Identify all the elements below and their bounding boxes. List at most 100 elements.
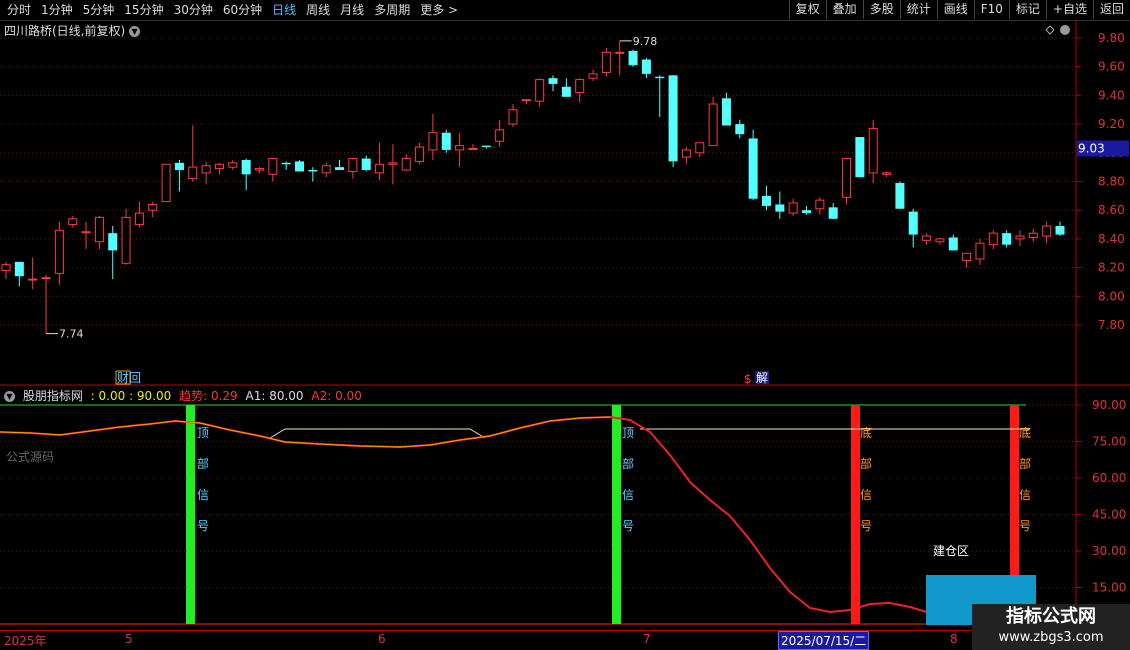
diamond-icon xyxy=(1045,25,1055,35)
signal-bar xyxy=(186,405,195,624)
candle-body xyxy=(14,261,24,277)
candle-body xyxy=(375,163,385,174)
candle-body xyxy=(708,103,718,147)
candle-body xyxy=(415,146,425,162)
price-tick-label: 8.20 xyxy=(1098,261,1125,275)
date-june: 6 xyxy=(378,632,386,646)
candle-body xyxy=(321,165,331,174)
candle-body xyxy=(361,158,371,171)
candle-body xyxy=(468,147,478,150)
candle-body xyxy=(681,149,691,158)
candle-body xyxy=(254,168,264,171)
chevron-down-icon[interactable]: ▼ xyxy=(4,391,15,402)
ind-axis-label: 60.00 xyxy=(1092,471,1126,485)
date-august: 8 xyxy=(950,632,958,646)
unlock-symbol: $ xyxy=(744,372,752,386)
price-tick-label: 8.40 xyxy=(1098,232,1125,246)
candle-body xyxy=(161,163,171,203)
candle-body xyxy=(228,162,238,168)
price-tick-label: 8.00 xyxy=(1098,289,1125,303)
candle-body xyxy=(68,218,78,226)
signal-text: 号 xyxy=(197,519,209,533)
kline-chart: 9.809.609.409.209.008.808.608.408.208.00… xyxy=(0,20,1130,646)
cursor-date: 2025/07/15/二 xyxy=(778,631,870,650)
candle-body xyxy=(54,229,64,274)
candle-body xyxy=(214,163,224,170)
candle-body xyxy=(668,75,678,162)
candle-body xyxy=(108,233,118,251)
candle-body xyxy=(775,204,785,212)
candle-body xyxy=(1,264,11,271)
signal-text: 部 xyxy=(860,456,872,471)
signal-text: 底 xyxy=(860,425,872,440)
signal-text: 信 xyxy=(1019,488,1031,502)
candle-body xyxy=(81,231,91,234)
signal-bar xyxy=(612,405,621,624)
candle-body xyxy=(441,132,451,150)
candle-body xyxy=(868,127,878,174)
candle-body xyxy=(548,78,558,84)
signal-text: 信 xyxy=(622,488,634,502)
price-tick-label: 9.80 xyxy=(1098,31,1125,45)
date-axis: 2025年 5 6 7 8 xyxy=(0,630,1076,648)
indicator-values: : 0.00 : 90.00 xyxy=(90,389,172,403)
candle-body xyxy=(855,137,865,178)
candle-body xyxy=(882,172,892,175)
date-year: 2025年 xyxy=(4,634,47,648)
candle-body xyxy=(962,252,972,261)
a1-label: A1: 80.00 xyxy=(245,389,304,403)
candle-body xyxy=(988,232,998,246)
candle-body xyxy=(1055,225,1065,235)
candle-body xyxy=(335,167,345,171)
candle-body xyxy=(428,132,438,151)
trend-line xyxy=(0,415,971,621)
ind-axis-label: 45.00 xyxy=(1092,508,1126,522)
candle-body xyxy=(241,159,251,175)
candle-body xyxy=(615,51,625,54)
candle-body xyxy=(535,79,545,102)
indicator-title-bar: ▼ 股朋指标网 : 0.00 : 90.00 趋势: 0.29 A1: 80.0… xyxy=(4,387,366,404)
candle-body xyxy=(41,277,51,280)
build-zone-label: 建仓区 xyxy=(933,544,969,558)
candle-body xyxy=(308,170,318,172)
candle-body xyxy=(601,51,611,73)
date-may: 5 xyxy=(125,632,133,646)
candle-body xyxy=(828,207,838,219)
candle-body xyxy=(655,76,665,79)
price-tick-label: 8.60 xyxy=(1098,203,1125,217)
price-tick-label: 8.80 xyxy=(1098,175,1125,189)
ind-axis-label: 75.00 xyxy=(1092,435,1126,449)
signal-text: 顶 xyxy=(622,426,634,440)
date-july: 7 xyxy=(643,632,651,646)
candle-body xyxy=(721,98,731,126)
candle-body xyxy=(201,165,211,174)
candle-body xyxy=(908,211,918,235)
signal-text: 信 xyxy=(197,488,209,502)
candle-body xyxy=(1042,225,1052,237)
watermark-line1: 指标公式网 xyxy=(1006,606,1096,627)
candle-body xyxy=(788,202,798,214)
candle-body xyxy=(975,242,985,260)
candle-body xyxy=(508,109,518,125)
indicator-name: 股朋指标网 xyxy=(22,389,83,403)
candle-body xyxy=(588,73,598,79)
candle-body xyxy=(1015,235,1025,240)
signal-text: 顶 xyxy=(197,426,209,440)
price-tick-label: 7.80 xyxy=(1098,318,1125,332)
candle-body xyxy=(628,50,638,66)
candle-body xyxy=(695,142,705,154)
current-price-label: 9.03 xyxy=(1078,141,1105,155)
candle-body xyxy=(1002,233,1012,245)
price-tick-label: 9.40 xyxy=(1098,88,1125,102)
candle-body xyxy=(134,212,144,226)
candle-body xyxy=(935,238,945,243)
candle-body xyxy=(561,86,571,97)
candle-body xyxy=(281,162,291,165)
candle-body xyxy=(401,158,411,171)
candle-body xyxy=(575,79,585,94)
candle-body xyxy=(148,203,158,211)
candle-body xyxy=(94,216,104,243)
candle-body xyxy=(348,158,358,172)
unlock-event-label: 解 xyxy=(756,371,768,385)
ind-axis-label: 90.00 xyxy=(1092,398,1126,412)
